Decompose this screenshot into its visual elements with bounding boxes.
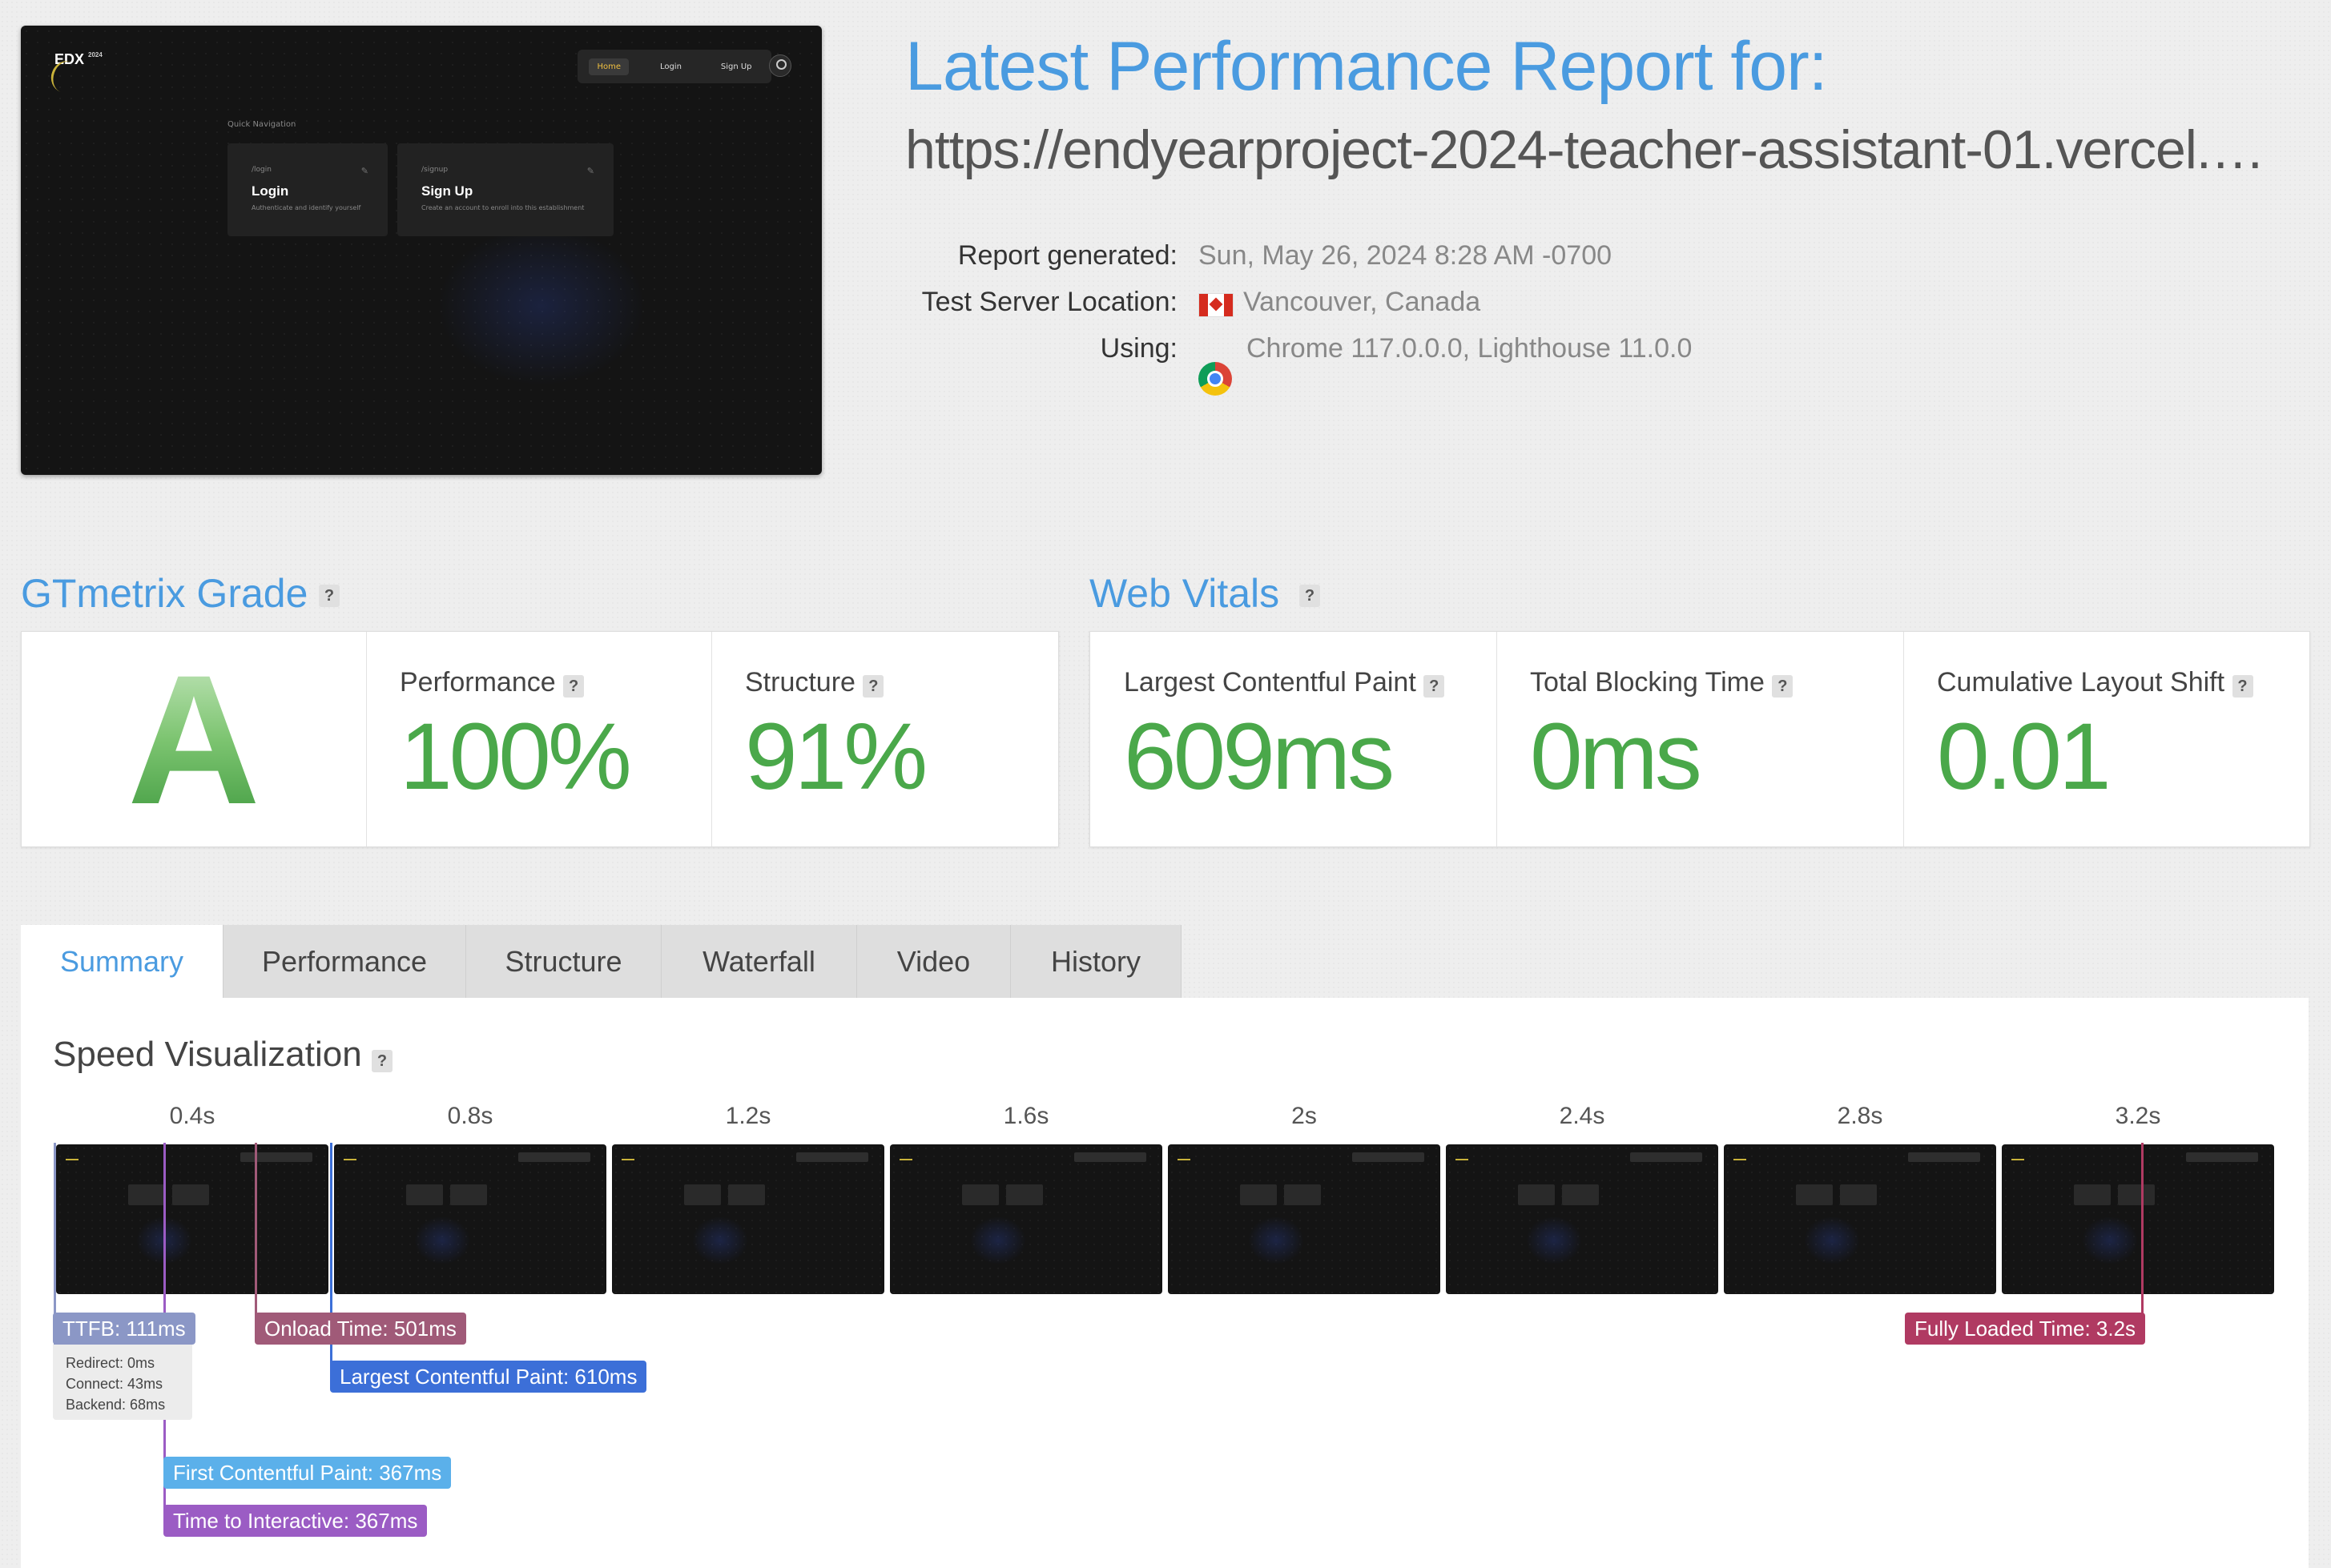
grade-panel: A Performance ? 100% Structure ? 91% (21, 631, 1059, 847)
grade-cell: A (22, 632, 367, 846)
onload-marker: Onload Time: 501ms (255, 1313, 466, 1345)
ttfb-connect: Connect: 43ms (66, 1376, 163, 1392)
cls-cell: Cumulative Layout Shift ? 0.01 (1903, 632, 2308, 846)
web-vitals-panel: Largest Contentful Paint ? 609ms Total B… (1089, 631, 2310, 847)
fully-loaded-line (2141, 1143, 2144, 1329)
tab-waterfall[interactable]: Waterfall (662, 925, 857, 999)
timeline-label: 3.2s (2115, 1103, 2161, 1129)
using-label: Using: (1100, 333, 1178, 364)
server-location-label: Test Server Location: (921, 287, 1178, 317)
performance-label: Performance ? (400, 667, 585, 698)
filmstrip-frame[interactable] (2002, 1144, 2274, 1294)
filmstrip-frame[interactable] (612, 1144, 884, 1294)
timeline-label: 0.8s (447, 1103, 493, 1129)
speed-visualization-heading: Speed Visualization ? (53, 1035, 393, 1075)
report-generated-label: Report generated: (957, 240, 1178, 271)
using-value: Chrome 117.0.0.0, Lighthouse 11.0.0 (1246, 333, 1693, 364)
help-icon[interactable]: ? (1772, 675, 1794, 698)
web-vitals-heading: Web Vitals (1089, 571, 1280, 616)
filmstrip-frame[interactable] (890, 1144, 1162, 1294)
fcp-marker: First Contentful Paint: 367ms (163, 1457, 452, 1489)
tbt-value: 0ms (1530, 704, 1702, 810)
pencil-icon: ✎ (360, 166, 368, 176)
help-icon[interactable]: ? (1423, 675, 1445, 698)
page-screenshot: EDX 2024 Home Login Sign Up Quick Naviga… (21, 26, 822, 475)
timeline-label: 0.4s (169, 1103, 215, 1129)
filmstrip-frame[interactable] (1724, 1144, 1996, 1294)
preview-nav-login: Login (659, 62, 682, 71)
canada-flag-icon (1198, 293, 1234, 317)
help-icon[interactable]: ? (863, 675, 884, 698)
ttfb-backend: Backend: 68ms (66, 1397, 166, 1413)
server-location-value: Vancouver, Canada (1243, 287, 1481, 317)
timeline-label: 2.4s (1559, 1103, 1605, 1129)
preview-card-login: /login ✎ Login Authenticate and identify… (227, 143, 388, 236)
lcp-value: 609ms (1124, 704, 1395, 810)
grade-letter: A (22, 648, 366, 832)
filmstrip-frame[interactable] (1168, 1144, 1440, 1294)
filmstrip-frame[interactable] (56, 1144, 328, 1294)
preview-card-signup: /signup ✎ Sign Up Create an account to e… (397, 143, 614, 236)
structure-label: Structure ? (745, 667, 884, 698)
cls-value: 0.01 (1937, 704, 2112, 810)
tab-history[interactable]: History (1011, 925, 1182, 999)
performance-cell: Performance ? 100% (366, 632, 712, 846)
report-url[interactable]: https://endyearproject-2024-teacher-assi… (905, 119, 2283, 181)
ttfb-marker: TTFB: 111ms (53, 1313, 195, 1345)
tbt-cell: Total Blocking Time ? 0ms (1496, 632, 1904, 846)
gtmetrix-grade-heading: GTmetrix Grade (21, 571, 308, 616)
filmstrip-frame[interactable] (1446, 1144, 1718, 1294)
help-icon[interactable]: ? (563, 675, 585, 698)
performance-value: 100% (400, 704, 632, 810)
timeline-label: 2.8s (1837, 1103, 1883, 1129)
lcp-cell: Largest Contentful Paint ? 609ms (1090, 632, 1497, 846)
tab-structure[interactable]: Structure (466, 925, 662, 999)
tti-marker: Time to Interactive: 367ms (163, 1505, 428, 1537)
timeline-label: 1.6s (1003, 1103, 1049, 1129)
pencil-icon: ✎ (586, 166, 594, 176)
timeline-label: 2s (1291, 1103, 1317, 1129)
ttfb-details: Redirect: 0ms Connect: 43ms Backend: 68m… (53, 1345, 192, 1420)
tab-video[interactable]: Video (857, 925, 1011, 999)
help-icon[interactable]: ? (371, 1050, 393, 1072)
tbt-label: Total Blocking Time ? (1530, 667, 1794, 698)
help-icon[interactable]: ? (319, 585, 340, 607)
fully-loaded-marker: Fully Loaded Time: 3.2s (1905, 1313, 2146, 1345)
report-tabs: Summary Performance Structure Waterfall … (21, 925, 1182, 999)
cls-label: Cumulative Layout Shift ? (1937, 667, 2253, 698)
preview-user-icon (769, 54, 791, 77)
preview-nav-home: Home (589, 58, 629, 75)
timeline-label: 1.2s (725, 1103, 771, 1129)
lcp-label: Largest Contentful Paint ? (1124, 667, 1445, 698)
page-title: Latest Performance Report for: (905, 28, 1828, 105)
report-generated-value: Sun, May 26, 2024 8:28 AM -0700 (1198, 240, 1612, 271)
ttfb-redirect: Redirect: 0ms (66, 1355, 155, 1371)
structure-value: 91% (745, 704, 928, 810)
help-icon[interactable]: ? (1299, 585, 1320, 607)
preview-quick-nav-label: Quick Navigation (227, 120, 296, 129)
tab-performance[interactable]: Performance (223, 925, 466, 999)
lcp-marker: Largest Contentful Paint: 610ms (330, 1361, 647, 1393)
chrome-icon (1198, 362, 1232, 396)
help-icon[interactable]: ? (2232, 675, 2253, 698)
preview-nav: Home Login Sign Up (578, 50, 771, 83)
onload-line (255, 1143, 257, 1329)
preview-nav-signup: Sign Up (720, 62, 752, 71)
filmstrip-frame[interactable] (334, 1144, 606, 1294)
structure-cell: Structure ? 91% (711, 632, 1057, 846)
tab-summary[interactable]: Summary (21, 925, 223, 999)
